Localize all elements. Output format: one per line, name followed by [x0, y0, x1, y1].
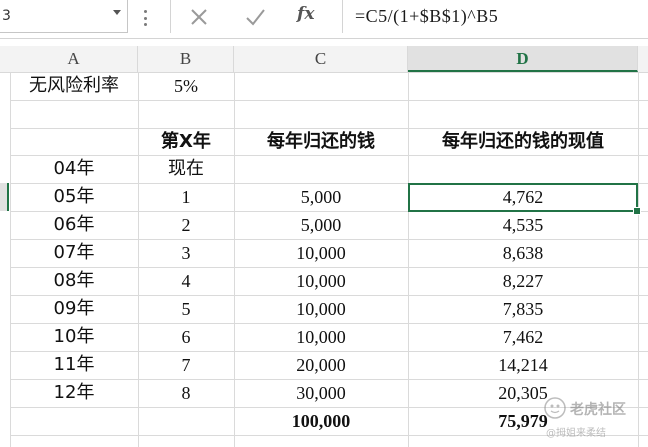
column-header-a[interactable]: A: [10, 46, 138, 72]
chevron-down-icon[interactable]: [113, 10, 121, 15]
cell-b6[interactable]: 2: [138, 211, 234, 239]
cell-b9[interactable]: 5: [138, 295, 234, 323]
cell-d6[interactable]: 4,535: [408, 211, 638, 239]
cell-c12[interactable]: 30,000: [234, 379, 408, 407]
cell-d10[interactable]: 7,462: [408, 323, 638, 351]
cell-b1[interactable]: 5%: [138, 72, 234, 100]
cell-d7[interactable]: 8,638: [408, 239, 638, 267]
name-box-value: 3: [2, 8, 11, 24]
cell-a10[interactable]: 10年: [10, 323, 138, 351]
fx-icon[interactable]: fx: [297, 4, 314, 24]
cell-b8[interactable]: 4: [138, 267, 234, 295]
cell-c3[interactable]: 每年归还的钱: [234, 128, 408, 156]
formula-bar: 3 fx =C5/(1+$B$1)^B5: [0, 0, 648, 39]
cell-c7[interactable]: 10,000: [234, 239, 408, 267]
cell-c5[interactable]: 5,000: [234, 183, 408, 211]
fill-handle[interactable]: [633, 207, 641, 215]
cell-b5[interactable]: 1: [138, 183, 234, 211]
check-icon[interactable]: [244, 6, 266, 28]
cell-b3[interactable]: 第X年: [138, 128, 234, 156]
formula-bar-divider: [342, 0, 343, 33]
watermark-caption: @拇姐来柔结: [546, 428, 606, 439]
name-box[interactable]: 3: [0, 0, 128, 33]
cell-a7[interactable]: 07年: [10, 239, 138, 267]
watermark: 老虎社区 @拇姐来柔结: [544, 397, 642, 441]
cell-c9[interactable]: 10,000: [234, 295, 408, 323]
column-header-d[interactable]: D: [408, 46, 638, 72]
cell-d11[interactable]: 14,214: [408, 351, 638, 379]
cell-c11[interactable]: 20,000: [234, 351, 408, 379]
formula-input[interactable]: =C5/(1+$B$1)^B5: [355, 6, 498, 27]
cell-c8[interactable]: 10,000: [234, 267, 408, 295]
cell-b11[interactable]: 7: [138, 351, 234, 379]
cell-a11[interactable]: 11年: [10, 351, 138, 379]
cell-d9[interactable]: 7,835: [408, 295, 638, 323]
spreadsheet-window: 3 fx =C5/(1+$B$1)^B5 A B C D 无风险利率 5% 第X…: [0, 0, 648, 447]
cell-b4[interactable]: 现在: [138, 155, 234, 183]
cell-a1[interactable]: 无风险利率: [10, 72, 138, 100]
grip-icon[interactable]: [144, 10, 147, 26]
cell-b7[interactable]: 3: [138, 239, 234, 267]
cell-d5[interactable]: 4,762: [408, 183, 638, 211]
cell-a9[interactable]: 09年: [10, 295, 138, 323]
formula-bar-divider: [170, 0, 171, 33]
cell-b10[interactable]: 6: [138, 323, 234, 351]
cell-a12[interactable]: 12年: [10, 379, 138, 407]
cell-a5[interactable]: 05年: [10, 183, 138, 211]
column-header-b[interactable]: B: [138, 46, 234, 72]
watermark-brand: 老虎社区: [570, 402, 626, 418]
cell-grid[interactable]: 无风险利率 5% 第X年 每年归还的钱 每年归还的钱的现值 04年 现在 05年…: [0, 72, 648, 447]
cell-d8[interactable]: 8,227: [408, 267, 638, 295]
column-header-c[interactable]: C: [234, 46, 408, 72]
cell-c6[interactable]: 5,000: [234, 211, 408, 239]
close-icon[interactable]: [188, 6, 210, 28]
column-header-row: A B C D: [0, 46, 648, 73]
tiger-logo-icon: [544, 397, 566, 419]
cell-b12[interactable]: 8: [138, 379, 234, 407]
cell-d3[interactable]: 每年归还的钱的现值: [408, 128, 638, 156]
cell-a4[interactable]: 04年: [10, 155, 138, 183]
cell-a8[interactable]: 08年: [10, 267, 138, 295]
cell-c13-total[interactable]: 100,000: [234, 407, 408, 435]
cell-c10[interactable]: 10,000: [234, 323, 408, 351]
cell-a6[interactable]: 06年: [10, 211, 138, 239]
